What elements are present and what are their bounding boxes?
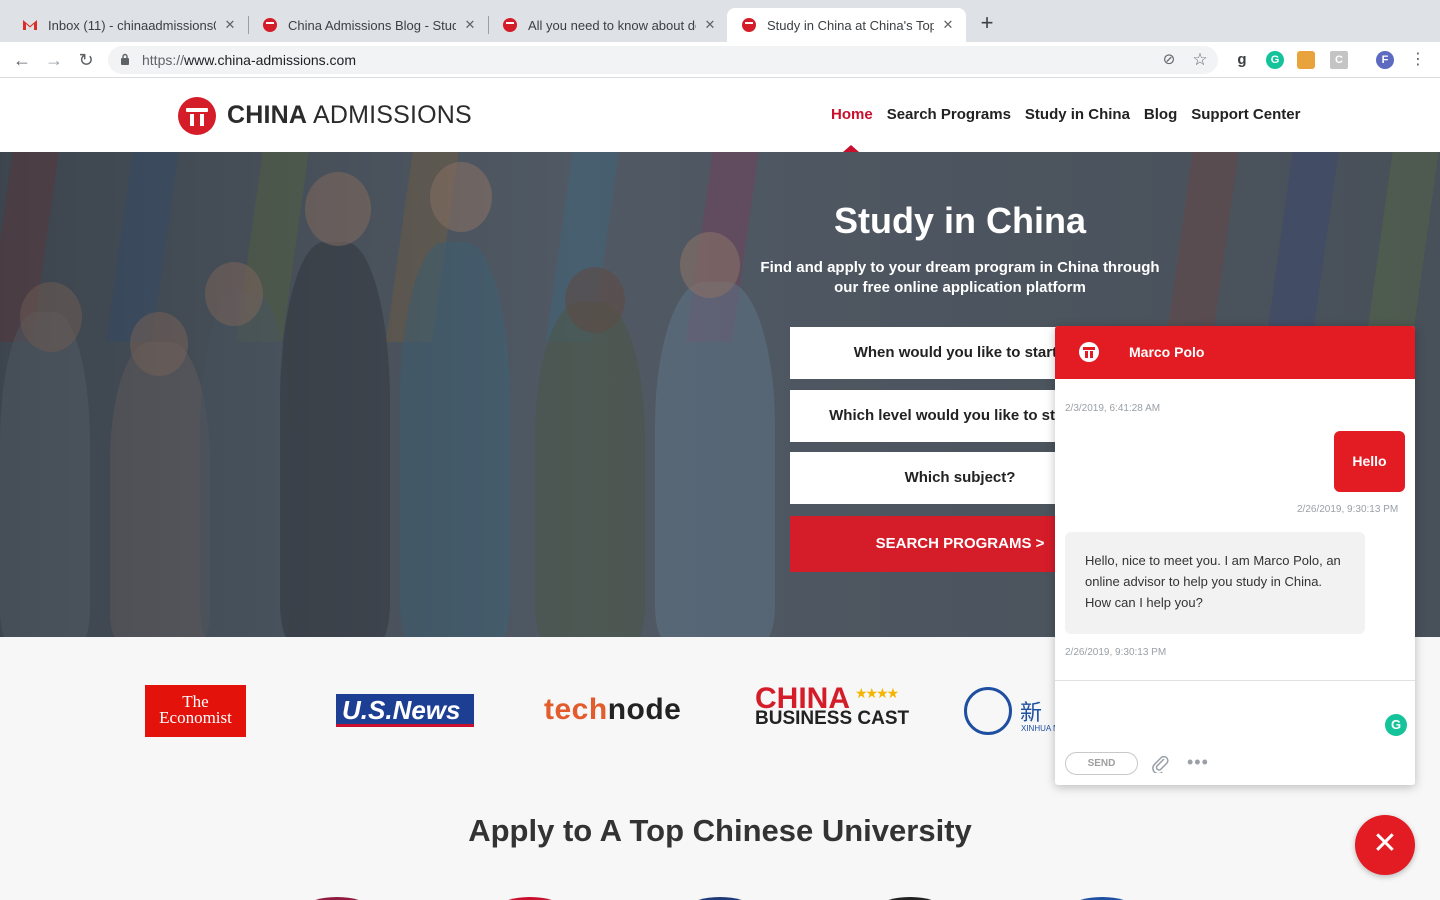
nav-support-center[interactable]: Support Center — [1191, 106, 1300, 123]
tab-title: Inbox (11) - chinaadmissions02 — [48, 17, 216, 33]
grammarly-icon[interactable]: G — [1385, 714, 1407, 736]
technode-logo: technode — [544, 693, 682, 726]
nav-active-indicator — [843, 145, 859, 152]
send-button[interactable]: SEND — [1065, 752, 1138, 775]
extension-c-icon[interactable]: C — [1330, 51, 1348, 69]
tab-title: China Admissions Blog - Study — [288, 17, 456, 33]
reload-icon[interactable]: ↻ — [74, 48, 98, 72]
site-logo-text[interactable]: CHINA ADMISSIONS — [227, 101, 472, 130]
attachment-paperclip-icon[interactable] — [1151, 753, 1169, 778]
browser-tabbar: Inbox (11) - chinaadmissions02 ✕ China A… — [0, 0, 1440, 42]
forward-arrow-icon[interactable]: → — [42, 48, 66, 72]
tab-home-active[interactable]: Study in China at China's Top U ✕ — [727, 8, 966, 42]
close-tab-icon[interactable]: ✕ — [702, 17, 718, 33]
extension-g-icon[interactable]: g — [1233, 51, 1251, 69]
china-admissions-logo-icon[interactable] — [178, 97, 216, 135]
close-chat-button[interactable]: ✕ — [1355, 815, 1415, 875]
close-tab-icon[interactable]: ✕ — [222, 17, 238, 33]
address-bar[interactable]: https://www.china-admissions.com ⊘ ☆ — [108, 46, 1218, 74]
china-admissions-icon — [502, 17, 518, 33]
hero-subtitle: Find and apply to your dream program in … — [760, 259, 1160, 296]
chat-header: Marco Polo — [1055, 326, 1415, 379]
chat-widget: Marco Polo 2/3/2019, 6:41:28 AM Hello 2/… — [1055, 326, 1415, 785]
china-admissions-icon — [262, 17, 278, 33]
hero-title: Study in China — [834, 200, 1086, 241]
menu-kebab-icon[interactable]: ⋮ — [1406, 48, 1430, 72]
lock-icon — [121, 53, 129, 65]
china-business-cast-logo: ★★★★ CHINA BUSINESS CAST — [755, 682, 910, 729]
tab-docs[interactable]: All you need to know about do ✕ — [488, 8, 728, 42]
xinhua-logo — [964, 687, 1012, 735]
browser-toolbar: ← → ↻ https://www.china-admissions.com ⊘… — [0, 42, 1440, 78]
extension-paint-icon[interactable] — [1297, 51, 1315, 69]
nav-home[interactable]: Home — [831, 106, 873, 123]
new-tab-plus-icon[interactable]: + — [976, 12, 998, 34]
close-tab-icon[interactable]: ✕ — [462, 17, 478, 33]
profile-avatar[interactable]: F — [1376, 51, 1394, 69]
economist-logo: The Economist — [145, 685, 246, 737]
agent-name: Marco Polo — [1129, 344, 1205, 360]
bookmark-star-icon[interactable]: ☆ — [1191, 51, 1209, 69]
tab-gmail[interactable]: Inbox (11) - chinaadmissions02 ✕ — [8, 8, 248, 42]
nav-study-in-china[interactable]: Study in China — [1025, 106, 1130, 123]
tab-title: Study in China at China's Top U — [767, 17, 934, 33]
close-tab-icon[interactable]: ✕ — [940, 17, 956, 33]
more-options-dots-icon[interactable]: ••• — [1187, 752, 1209, 773]
url-text: https://www.china-admissions.com — [142, 52, 356, 68]
back-arrow-icon[interactable]: ← — [10, 48, 34, 72]
usnews-logo: U.S.News — [336, 694, 474, 727]
message-timestamp: 2/26/2019, 9:30:13 PM — [1065, 647, 1167, 658]
grammarly-extension-icon[interactable]: G — [1266, 51, 1284, 69]
message-timestamp: 2/26/2019, 9:30:13 PM — [1297, 504, 1399, 515]
site-header: CHINA ADMISSIONS Home Search Programs St… — [0, 79, 1440, 152]
nav-search-programs[interactable]: Search Programs — [887, 106, 1011, 123]
nav-blog[interactable]: Blog — [1144, 106, 1177, 123]
tab-blog[interactable]: China Admissions Blog - Study ✕ — [248, 8, 488, 42]
agent-message-bubble: Hello, nice to meet you. I am Marco Polo… — [1065, 532, 1365, 634]
chat-divider — [1055, 680, 1415, 681]
section-title: Apply to A Top Chinese University — [468, 813, 972, 848]
main-nav: Home Search Programs Study in China Blog… — [831, 106, 1314, 123]
gmail-icon — [22, 17, 38, 33]
translate-blocked-icon[interactable]: ⊘ — [1160, 51, 1178, 69]
xinhua-english-text: XINHUA N — [1021, 724, 1059, 733]
tab-title: All you need to know about do — [528, 17, 696, 33]
china-admissions-icon — [741, 17, 757, 33]
message-timestamp: 2/3/2019, 6:41:28 AM — [1065, 403, 1161, 414]
xinhua-chinese-text: 新 — [1020, 701, 1043, 726]
agent-avatar-icon — [1079, 342, 1099, 362]
user-message-bubble: Hello — [1334, 431, 1405, 492]
